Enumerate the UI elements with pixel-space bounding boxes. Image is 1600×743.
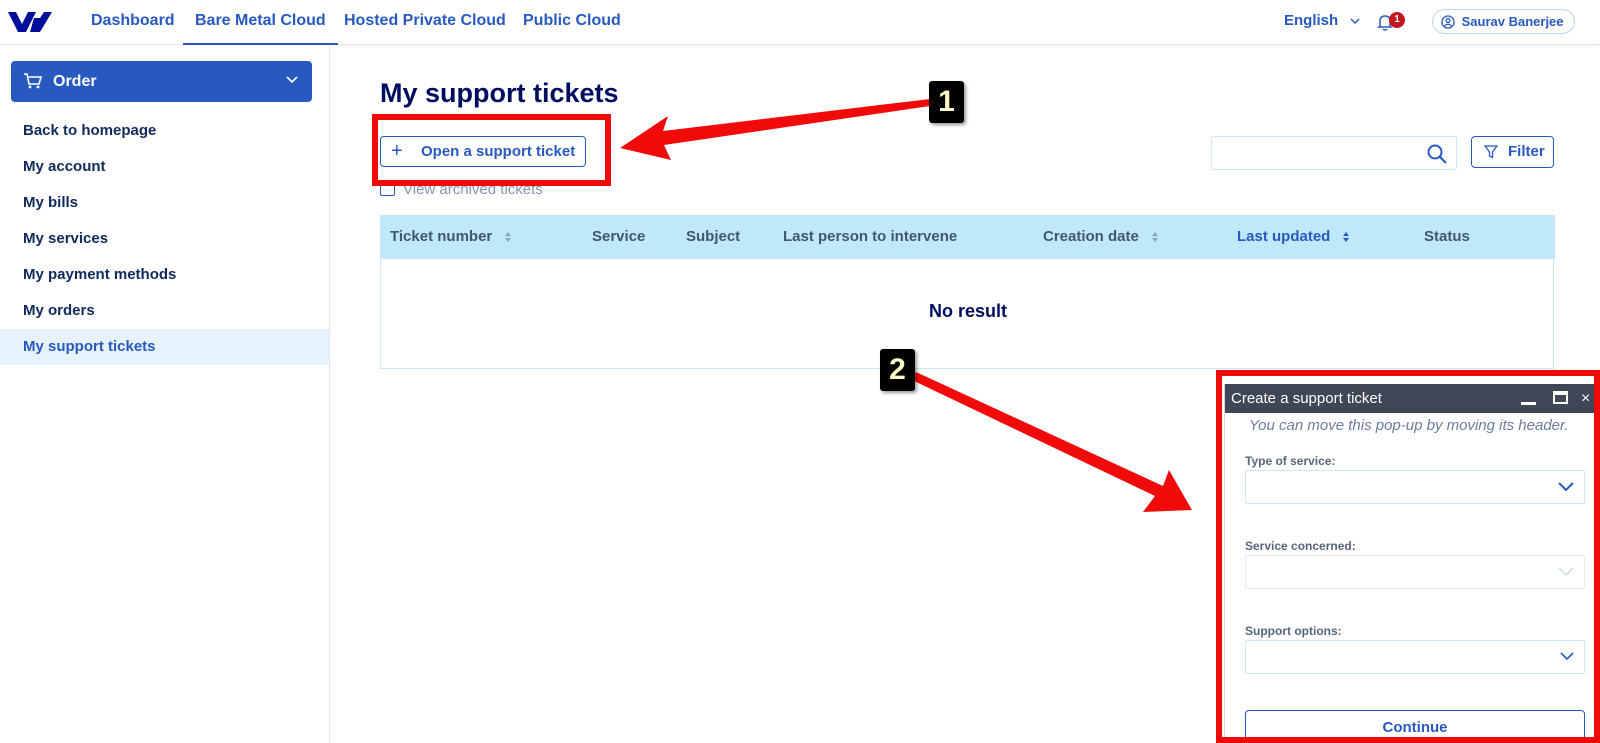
filter-label: Filter <box>1508 143 1545 160</box>
column-label: Last updated <box>1237 228 1331 245</box>
top-navigation: Dashboard Bare Metal Cloud Hosted Privat… <box>0 0 1600 45</box>
ovh-logo-icon[interactable] <box>6 8 54 36</box>
nav-public-cloud[interactable]: Public Cloud <box>523 0 621 45</box>
nav-dashboard[interactable]: Dashboard <box>91 0 175 45</box>
column-header: Last person to intervene <box>783 228 958 245</box>
search-input[interactable] <box>1211 136 1457 170</box>
column-label: Creation date <box>1043 228 1139 245</box>
sort-icon[interactable] <box>504 231 512 243</box>
empty-state: No result <box>928 301 1007 321</box>
filter-icon <box>1484 145 1498 159</box>
nav-hosted-private-cloud[interactable]: Hosted Private Cloud <box>344 0 506 45</box>
annotation-step-1-badge: 1 <box>929 81 964 123</box>
column-header[interactable]: Creation date <box>1043 215 1159 259</box>
order-button[interactable]: Order <box>11 61 312 102</box>
annotation-arrow-2 <box>912 372 1192 512</box>
tickets-table: Ticket number Service Subject Last perso… <box>380 215 1555 369</box>
order-label: Order <box>53 73 97 90</box>
sort-icon[interactable] <box>1342 231 1350 243</box>
sidebar-item-my-services[interactable]: My services <box>0 221 329 257</box>
user-menu[interactable]: Saurav Banerjee <box>1432 9 1575 34</box>
user-icon <box>1441 15 1455 29</box>
filter-button[interactable]: Filter <box>1471 136 1554 168</box>
sidebar-item-my-account[interactable]: My account <box>0 149 329 185</box>
cart-icon <box>24 73 43 89</box>
sidebar: Order Back to homepage My account My bil… <box>0 45 330 743</box>
sidebar-item-back-to-homepage[interactable]: Back to homepage <box>0 113 329 149</box>
language-label: English <box>1284 12 1339 29</box>
column-header: Service <box>592 228 646 245</box>
user-name: Saurav Banerjee <box>1461 14 1564 29</box>
sidebar-item-my-bills[interactable]: My bills <box>0 185 329 221</box>
nav-bare-metal-cloud[interactable]: Bare Metal Cloud <box>183 0 338 45</box>
sort-icon[interactable] <box>1151 231 1159 243</box>
annotation-highlight-open-ticket <box>372 114 611 186</box>
chevron-down-icon <box>1350 18 1360 25</box>
annotation-highlight-popup <box>1216 370 1600 743</box>
sidebar-item-my-orders[interactable]: My orders <box>0 293 329 329</box>
table-header: Ticket number Service Subject Last perso… <box>381 215 1555 259</box>
annotation-arrow-1 <box>620 99 930 160</box>
notification-badge: 1 <box>1389 12 1405 28</box>
column-header[interactable]: Ticket number <box>390 215 512 259</box>
column-header: Subject <box>686 228 741 245</box>
page-title: My support tickets <box>380 78 619 108</box>
language-selector[interactable]: English <box>1284 0 1360 45</box>
column-label: Ticket number <box>390 228 493 245</box>
search-icon[interactable] <box>1426 143 1448 165</box>
column-header[interactable]: Last updated <box>1237 215 1350 259</box>
sidebar-item-my-payment-methods[interactable]: My payment methods <box>0 257 329 293</box>
column-header: Status <box>1424 228 1470 245</box>
chevron-down-icon <box>286 76 298 84</box>
annotation-step-2-badge: 2 <box>880 349 915 391</box>
sidebar-item-my-support-tickets[interactable]: My support tickets <box>0 329 329 365</box>
